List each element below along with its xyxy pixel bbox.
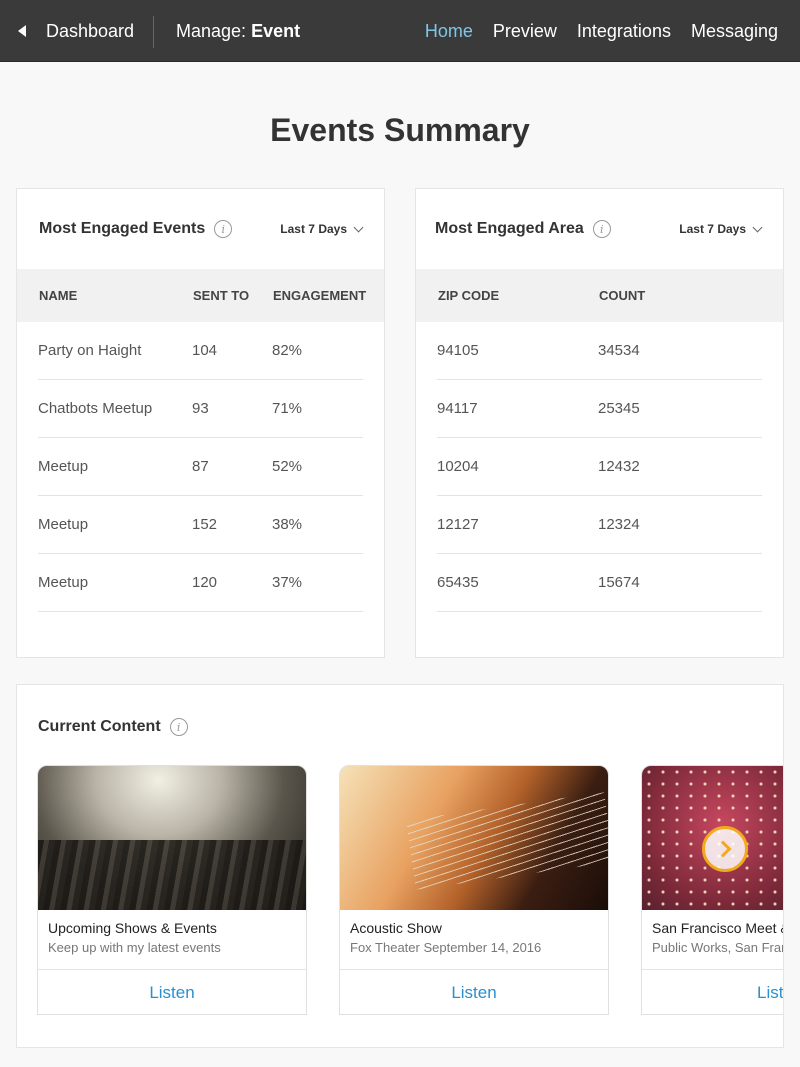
sent-to: 104 [192, 342, 218, 359]
count: 12432 [598, 458, 640, 475]
date-range-label: Last 7 Days [679, 222, 746, 236]
manage-title: Manage: Event [176, 0, 300, 62]
card-title: Most Engaged Area i [435, 220, 611, 238]
column-header: COUNT [599, 288, 646, 303]
count: 25345 [598, 400, 640, 417]
zip-code: 12127 [437, 516, 479, 533]
dashboard-label: Dashboard [46, 20, 135, 41]
sent-to: 87 [192, 458, 209, 475]
card-title-text: Current Content [38, 718, 161, 735]
chevron-right-icon [714, 840, 731, 858]
card-title-text: Most Engaged Events [39, 220, 206, 237]
carousel-next-button[interactable] [702, 826, 748, 872]
nav-preview[interactable]: Preview [493, 21, 557, 42]
info-icon[interactable]: i [592, 220, 611, 238]
event-name: Meetup [38, 516, 89, 533]
back-to-dashboard-link[interactable]: Dashboard [18, 0, 134, 62]
info-icon[interactable]: i [169, 718, 188, 736]
top-bar: Dashboard Manage: Event Home Preview Int… [0, 0, 800, 62]
info-icon[interactable]: i [214, 220, 233, 238]
table-row: 94105 34534 [437, 322, 762, 380]
engagement: 38% [272, 516, 303, 533]
count: 12324 [598, 516, 640, 533]
table-row: 94117 25345 [437, 380, 762, 438]
nav-home[interactable]: Home [425, 21, 473, 42]
content-tile[interactable]: San Francisco Meet & Public Works, San F… [641, 765, 784, 1015]
listen-button[interactable]: Listen [38, 970, 306, 1014]
tile-subtitle: Public Works, San Fran [652, 940, 784, 955]
table-row: Meetup 87 52% [38, 438, 363, 496]
tile-subtitle: Fox Theater September 14, 2016 [350, 940, 542, 955]
engagement: 82% [272, 342, 303, 359]
listen-button[interactable]: Listen [642, 970, 783, 1014]
column-header: ENGAGEMENT [273, 288, 367, 303]
manage-prefix: Manage: [176, 20, 247, 41]
party-crowd-image [642, 766, 783, 910]
event-name: Meetup [38, 458, 89, 475]
event-name: Meetup [38, 574, 89, 591]
table-row: 12127 12324 [437, 496, 762, 554]
event-name: Party on Haight [38, 342, 142, 359]
sent-to: 152 [192, 516, 218, 533]
page-title: Events Summary [270, 112, 530, 148]
tile-body: Acoustic Show Fox Theater September 14, … [340, 910, 608, 970]
column-header: ZIP CODE [438, 288, 500, 303]
back-arrow-icon [18, 25, 26, 37]
event-name: Chatbots Meetup [38, 400, 153, 417]
content-tile[interactable]: Upcoming Shows & Events Keep up with my … [37, 765, 307, 1015]
card-title: Most Engaged Events i [39, 220, 233, 238]
sent-to: 120 [192, 574, 218, 591]
current-content-card: Current Content i Upcoming Shows & Event… [16, 684, 784, 1048]
table-row: Party on Haight 104 82% [38, 322, 363, 380]
content-tile[interactable]: Acoustic Show Fox Theater September 14, … [339, 765, 609, 1015]
table-row: Meetup 152 38% [38, 496, 363, 554]
table-header: ZIP CODE COUNT [416, 269, 783, 322]
engagement: 71% [272, 400, 303, 417]
zip-code: 94117 [437, 400, 478, 417]
most-engaged-area-card: Most Engaged Area i Last 7 Days ZIP CODE… [415, 188, 784, 658]
date-range-label: Last 7 Days [280, 222, 347, 236]
count: 34534 [598, 342, 640, 359]
main-nav: Home Preview Integrations Messaging [425, 0, 778, 62]
sent-to: 93 [192, 400, 209, 417]
table-row: Meetup 120 37% [38, 554, 363, 612]
concert-crowd-image [38, 766, 306, 910]
card-header: Most Engaged Area i Last 7 Days [416, 189, 783, 269]
column-header: SENT TO [193, 288, 250, 303]
card-header: Most Engaged Events i Last 7 Days [17, 189, 384, 269]
table-row: Chatbots Meetup 93 71% [38, 380, 363, 438]
nav-integrations[interactable]: Integrations [577, 21, 671, 42]
column-header: NAME [39, 288, 78, 303]
date-range-dropdown[interactable]: Last 7 Days [280, 222, 364, 236]
guitar-image [340, 766, 608, 910]
tile-title: Acoustic Show [350, 920, 442, 936]
chevron-down-icon [353, 222, 364, 232]
tile-title: Upcoming Shows & Events [48, 920, 217, 936]
zip-code: 10204 [437, 458, 479, 475]
nav-messaging[interactable]: Messaging [691, 21, 778, 42]
card-title: Current Content i [38, 718, 188, 736]
tile-subtitle: Keep up with my latest events [48, 940, 221, 955]
topbar-divider [153, 16, 154, 48]
card-title-text: Most Engaged Area [435, 220, 584, 237]
tile-body: Upcoming Shows & Events Keep up with my … [38, 910, 306, 970]
zip-code: 65435 [437, 574, 479, 591]
most-engaged-events-card: Most Engaged Events i Last 7 Days NAME S… [16, 188, 385, 658]
chevron-down-icon [752, 222, 763, 232]
engagement: 52% [272, 458, 303, 475]
engagement: 37% [272, 574, 303, 591]
listen-button[interactable]: Listen [340, 970, 608, 1014]
tile-title: San Francisco Meet & [652, 920, 784, 936]
tile-body: San Francisco Meet & Public Works, San F… [642, 910, 784, 970]
count: 15674 [598, 574, 640, 591]
date-range-dropdown[interactable]: Last 7 Days [679, 222, 763, 236]
table-row: 65435 15674 [437, 554, 762, 612]
zip-code: 94105 [437, 342, 479, 359]
manage-value: Event [251, 20, 301, 41]
table-row: 10204 12432 [437, 438, 762, 496]
table-header: NAME SENT TO ENGAGEMENT [17, 269, 384, 322]
